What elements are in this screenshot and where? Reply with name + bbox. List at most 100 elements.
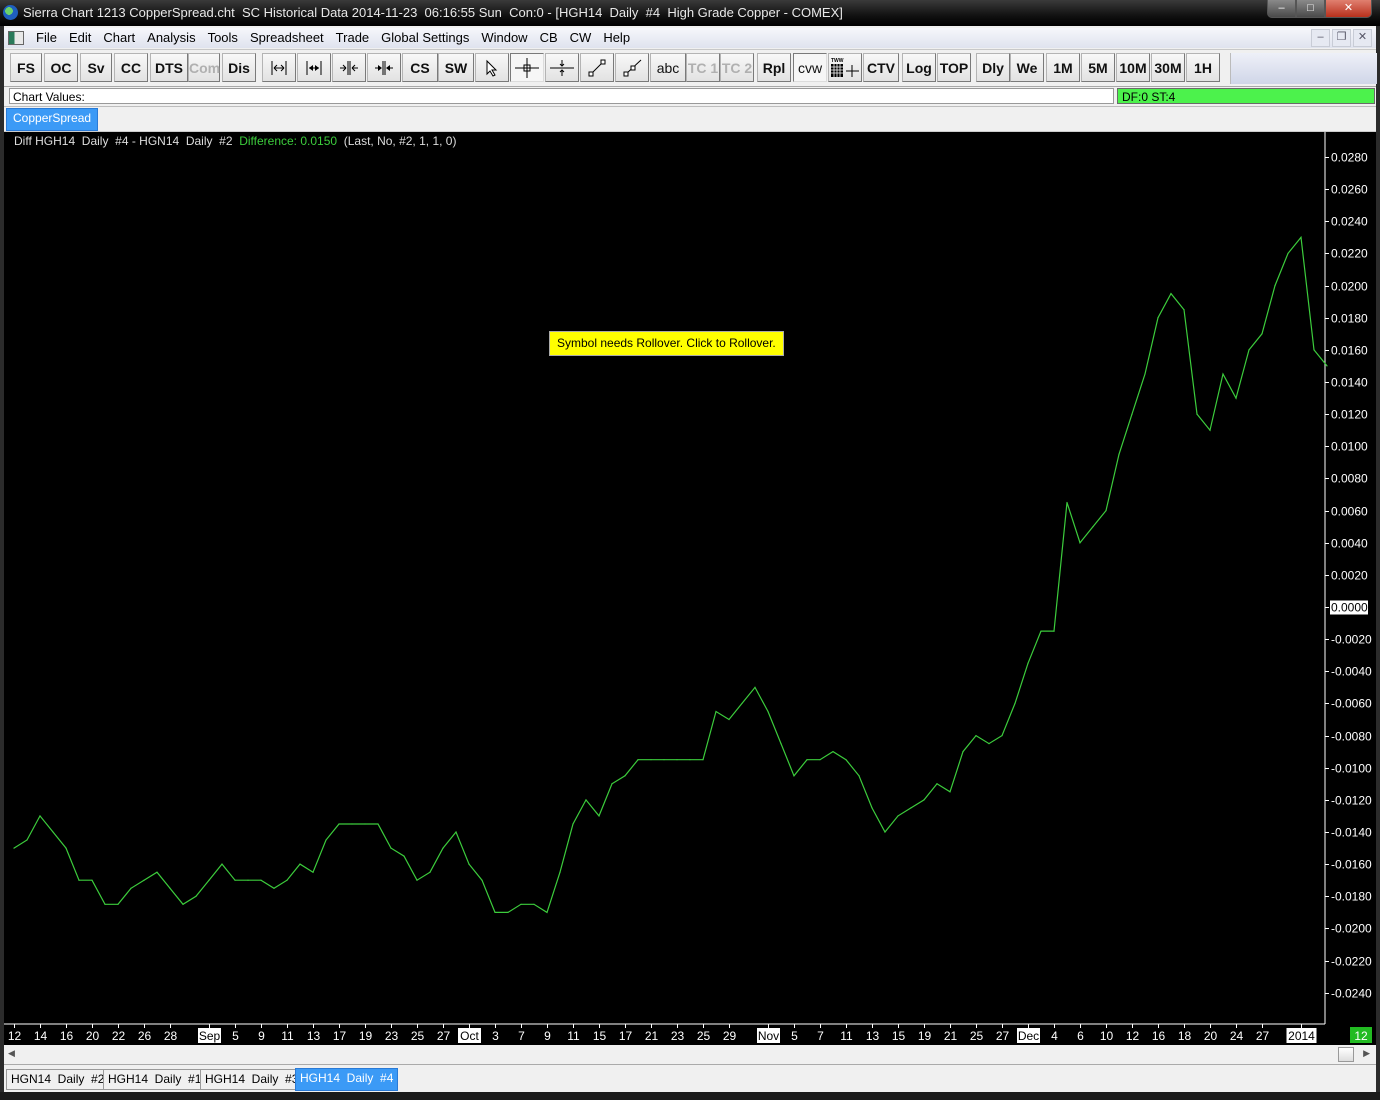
toolbar-button-sv[interactable]: Sv [80, 53, 112, 82]
toolbar-button-ctv[interactable]: CTV [863, 53, 899, 82]
toolbar-button-tc-2[interactable]: TC 2 [720, 53, 754, 82]
x-tick-label: 12 [1126, 1029, 1140, 1043]
data-point [585, 799, 587, 801]
toolbar-button-scale-expand-bold[interactable] [297, 53, 331, 82]
chart-tab-hgn14-daily-2[interactable]: HGN14 Daily #2 [6, 1069, 110, 1090]
toolbar-button-30m[interactable]: 30M [1151, 53, 1185, 82]
x-tick-label: 18 [1178, 1029, 1192, 1043]
toolbar-button-cvw[interactable]: cvw [793, 53, 827, 82]
y-tick-label: 0.0260 [1331, 183, 1368, 197]
y-tick-label: -0.0140 [1331, 826, 1372, 840]
mdi-minimize-button[interactable]: – [1311, 29, 1330, 47]
data-point [858, 775, 860, 777]
data-point [520, 903, 522, 905]
menu-global-settings[interactable]: Global Settings [377, 30, 477, 45]
toolbar-button-abc[interactable]: abc [650, 53, 686, 82]
rollover-notice-button[interactable]: Symbol needs Rollover. Click to Rollover… [549, 331, 784, 356]
mdi-close-button[interactable]: ✕ [1353, 29, 1372, 47]
menu-tools[interactable]: Tools [204, 30, 246, 45]
data-point [156, 871, 158, 873]
mdi-restore-button[interactable]: ❐ [1332, 29, 1351, 47]
toolbar-button-rpl[interactable]: Rpl [757, 53, 791, 82]
toolbar-button-cs[interactable]: CS [402, 53, 438, 82]
data-point [1209, 429, 1211, 431]
data-point [65, 847, 67, 849]
menu-chart[interactable]: Chart [99, 30, 143, 45]
data-point [884, 831, 886, 833]
toolbar-button-scale-expand[interactable] [262, 53, 296, 82]
menu-spreadsheet[interactable]: Spreadsheet [246, 30, 332, 45]
toolbar-button-scale-compress[interactable] [332, 53, 366, 82]
data-point [1235, 397, 1237, 399]
menu-trade[interactable]: Trade [332, 30, 377, 45]
toolbar-button-log[interactable]: Log [902, 53, 936, 82]
toolbar-button-fs[interactable]: FS [10, 53, 42, 82]
data-point [195, 895, 197, 897]
menu-analysis[interactable]: Analysis [143, 30, 203, 45]
taskbar-edge [0, 1092, 1380, 1100]
menu-cb[interactable]: CB [536, 30, 566, 45]
toolbar-button-dly[interactable]: Dly [976, 53, 1010, 82]
y-tick-label: 0.0000 [1331, 601, 1368, 615]
scroll-right-arrow-icon[interactable]: ▶ [1363, 1048, 1370, 1059]
y-tick-label: 0.0220 [1331, 247, 1368, 261]
x-tick-label: 22 [112, 1029, 126, 1043]
toolbar-button-1m[interactable]: 1M [1046, 53, 1080, 82]
chart-window-icon[interactable] [8, 31, 24, 45]
menu-edit[interactable]: Edit [65, 30, 99, 45]
window-maximize-button[interactable]: □ [1296, 0, 1325, 18]
toolbar-button-line-tool[interactable] [580, 53, 614, 82]
chartbook-tab-copperspread[interactable]: CopperSpread [6, 108, 99, 131]
x-tick-label: 28 [164, 1029, 178, 1043]
scroll-left-arrow-icon[interactable]: ◀ [8, 1048, 15, 1059]
toolbar-button-tc-1[interactable]: TC 1 [686, 53, 720, 82]
toolbar-button-dis[interactable]: Dis [222, 53, 256, 82]
toolbar-button-oc[interactable]: OC [44, 53, 78, 82]
sierra-chart-globe-icon [3, 5, 18, 20]
toolbar-button-cc[interactable]: CC [114, 53, 148, 82]
menu-help[interactable]: Help [599, 30, 638, 45]
data-point [715, 710, 717, 713]
chart-canvas[interactable]: 0.0280 0.0260 0.0240 0.0220 0.0200 0.0180 0.01… [4, 132, 1376, 1045]
toolbar-button-scale-compress-bold[interactable] [367, 53, 401, 82]
data-point [845, 759, 847, 761]
toolbar-button-dts[interactable]: DTS [150, 53, 188, 82]
chart-tab-hgh14-daily-3[interactable]: HGH14 Daily #3 [200, 1069, 304, 1090]
toolbar-button-10m[interactable]: 10M [1116, 53, 1150, 82]
menu-window[interactable]: Window [477, 30, 535, 45]
toolbar-button-values-tool[interactable] [545, 53, 579, 82]
toolbar-button-ray-tool[interactable] [615, 53, 649, 82]
x-tick-label: 25 [697, 1029, 711, 1043]
toolbar-button-com[interactable]: Com [188, 53, 220, 82]
data-point [169, 887, 171, 889]
data-point [91, 879, 93, 881]
toolbar-button-sw[interactable]: SW [438, 53, 474, 82]
menu-file[interactable]: File [32, 30, 65, 45]
data-point [598, 815, 600, 817]
chart-horizontal-scrollbar[interactable]: ◀ ▶ [4, 1045, 1376, 1063]
toolbar-button-1h[interactable]: 1H [1186, 53, 1220, 82]
data-point [793, 775, 795, 777]
svg-text:TWW: TWW [831, 58, 844, 64]
chart-region[interactable]: 0.0280 0.0260 0.0240 0.0220 0.0200 0.0180 0.01… [4, 132, 1376, 1045]
toolbar-button-top[interactable]: TOP [937, 53, 971, 82]
y-tick-label: 0.0020 [1331, 569, 1368, 583]
data-point [78, 879, 80, 881]
window-minimize-button[interactable]: – [1267, 0, 1296, 18]
toolbar-button-trade-window[interactable]: TWW [828, 53, 862, 82]
toolbar-button-crosshair[interactable] [510, 53, 544, 82]
data-point [819, 759, 821, 761]
toolbar-button-5m[interactable]: 5M [1081, 53, 1115, 82]
chartbook-tabs: CopperSpread [4, 107, 1376, 132]
chart-tab-hgh14-daily-4[interactable]: HGH14 Daily #4 [295, 1068, 399, 1091]
menu-cw[interactable]: CW [566, 30, 600, 45]
window-close-button[interactable]: ✕ [1325, 0, 1372, 18]
chart-tab-hgh14-daily-1[interactable]: HGH14 Daily #1 [103, 1069, 207, 1090]
data-point [923, 799, 925, 801]
x-tick-label: 9 [258, 1029, 265, 1043]
toolbar-button-we[interactable]: We [1010, 53, 1044, 82]
x-tick-label: 27 [1256, 1029, 1270, 1043]
scrollbar-thumb[interactable] [1338, 1047, 1354, 1062]
toolbar-button-pointer[interactable] [475, 53, 509, 82]
x-tick-label: 17 [333, 1029, 347, 1043]
